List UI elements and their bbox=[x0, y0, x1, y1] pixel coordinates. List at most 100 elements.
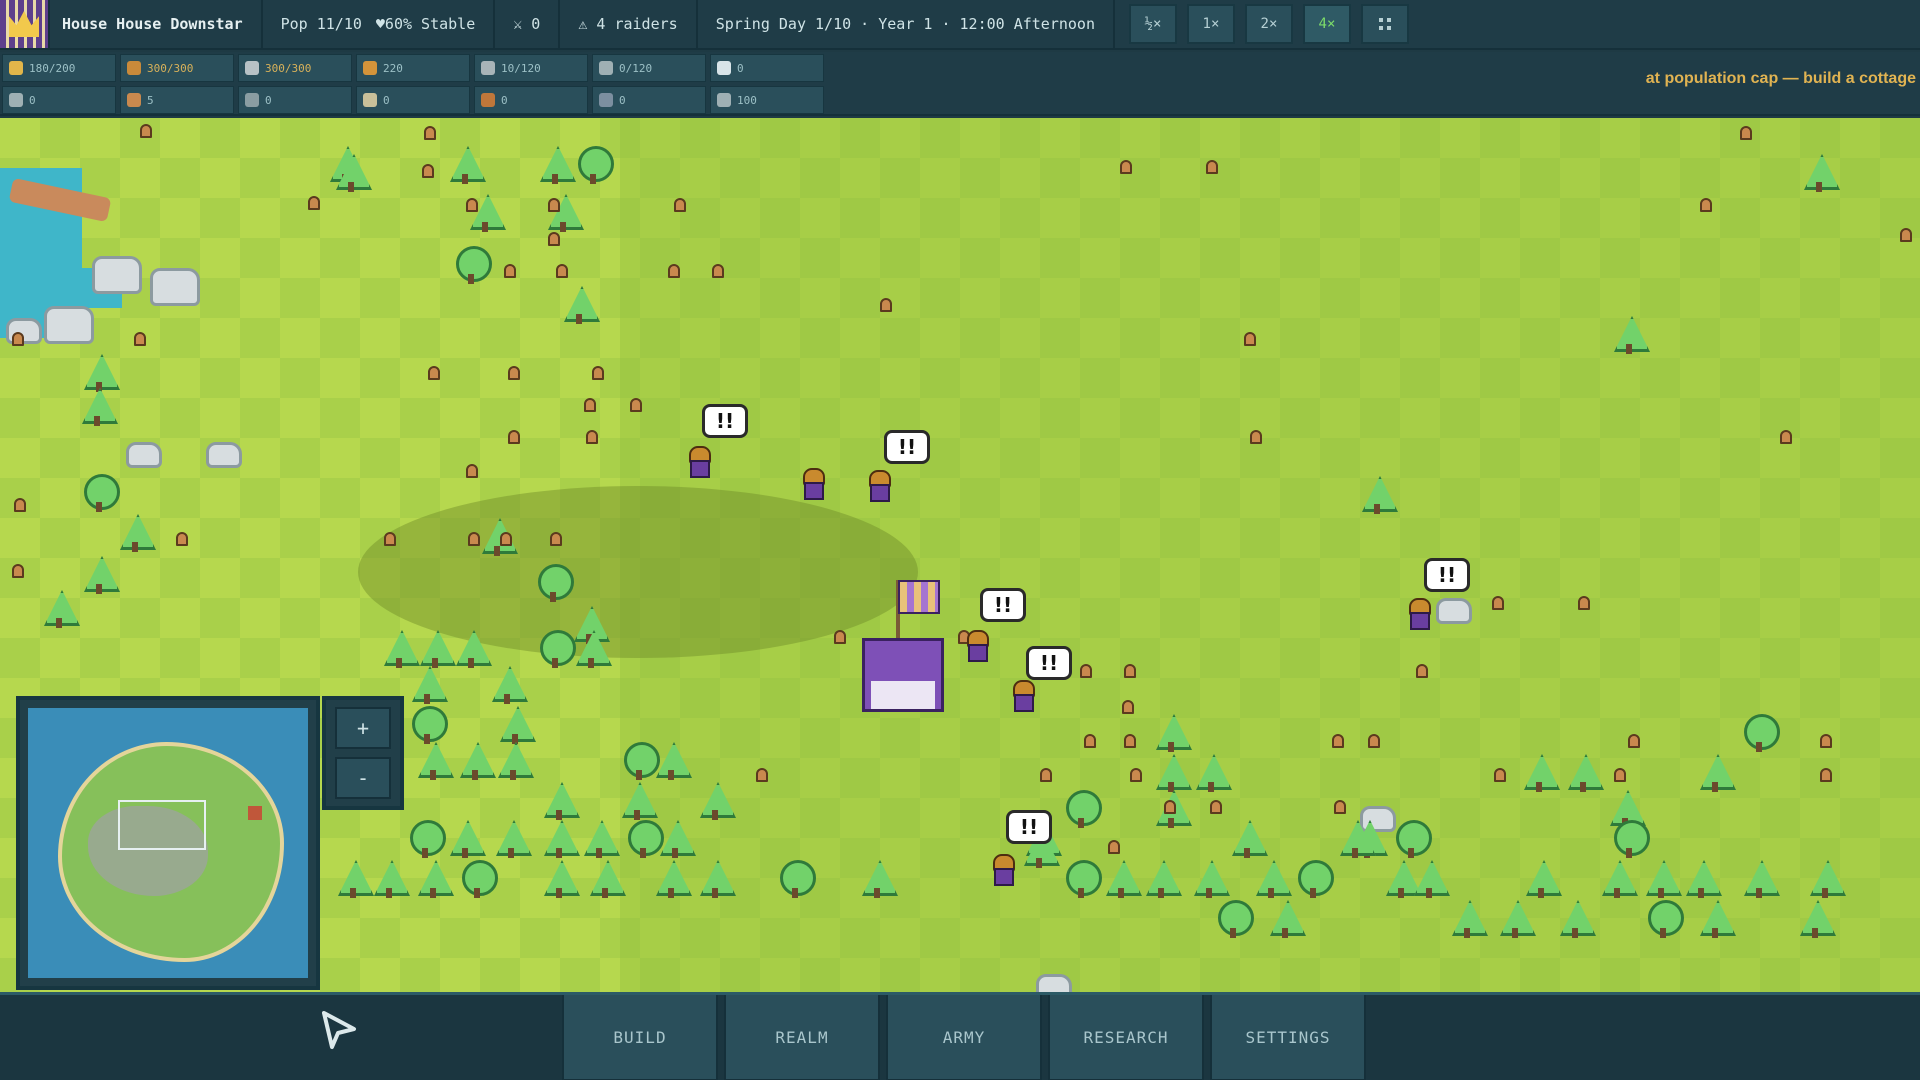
tree-stump bbox=[1124, 664, 1136, 678]
resource-bottle[interactable]: 0 bbox=[238, 86, 352, 114]
tree bbox=[700, 860, 730, 898]
tree-stump bbox=[592, 366, 604, 380]
villager[interactable] bbox=[800, 468, 825, 500]
rock bbox=[44, 306, 94, 344]
tree-stump bbox=[1700, 198, 1712, 212]
speed-2x-button[interactable]: 2× bbox=[1244, 4, 1293, 44]
resource-shield[interactable]: 0 bbox=[592, 86, 706, 114]
tree-stump bbox=[1368, 734, 1380, 748]
rock bbox=[206, 442, 242, 468]
coin-icon bbox=[363, 61, 377, 75]
tree bbox=[1526, 860, 1556, 898]
villager[interactable] bbox=[990, 854, 1015, 886]
tree bbox=[418, 860, 448, 898]
tree-stump bbox=[548, 232, 560, 246]
tree-stump bbox=[1494, 768, 1506, 782]
villager[interactable] bbox=[866, 470, 891, 502]
tree bbox=[1196, 754, 1226, 792]
tree-stump bbox=[1130, 768, 1142, 782]
tree-stump bbox=[424, 126, 436, 140]
tree-stump bbox=[1780, 430, 1792, 444]
resource-value: 220 bbox=[383, 61, 403, 75]
tree-stump bbox=[1080, 664, 1092, 678]
villager[interactable] bbox=[1406, 598, 1431, 630]
alert-bubble[interactable]: !! bbox=[980, 588, 1026, 622]
resource-gold[interactable]: 180/200 bbox=[2, 54, 116, 82]
speed-1x-button[interactable]: 1× bbox=[1186, 4, 1235, 44]
research-button[interactable]: RESEARCH bbox=[1048, 995, 1204, 1080]
tree-stump bbox=[422, 164, 434, 178]
tree bbox=[1700, 754, 1730, 792]
alert-bubble[interactable]: !! bbox=[884, 430, 930, 464]
tree bbox=[540, 146, 570, 184]
resource-water[interactable]: 0 bbox=[710, 54, 824, 82]
gear-icon bbox=[481, 93, 495, 107]
tree-stump bbox=[1124, 734, 1136, 748]
resource-arrow[interactable]: 100 bbox=[710, 86, 824, 114]
settings-button[interactable]: SETTINGS bbox=[1210, 995, 1366, 1080]
food-icon bbox=[127, 61, 141, 75]
resource-lantern[interactable]: 0 bbox=[356, 86, 470, 114]
tree bbox=[420, 630, 450, 668]
resource-tools[interactable]: 0/120 bbox=[592, 54, 706, 82]
resource-worker[interactable]: 5 bbox=[120, 86, 234, 114]
tree-stump bbox=[556, 264, 568, 278]
speed-half-button[interactable]: ½× bbox=[1128, 4, 1177, 44]
rock bbox=[150, 268, 200, 306]
zoom-in-button[interactable]: + bbox=[335, 707, 391, 749]
minimap[interactable] bbox=[16, 696, 320, 990]
army-button[interactable]: ARMY bbox=[886, 995, 1042, 1080]
resource-iron[interactable]: 10/120 bbox=[474, 54, 588, 82]
tree bbox=[460, 742, 490, 780]
resource-sword[interactable]: 0 bbox=[2, 86, 116, 114]
resource-food[interactable]: 300/300 bbox=[120, 54, 234, 82]
tree-stump bbox=[756, 768, 768, 782]
build-button[interactable]: BUILD bbox=[562, 995, 718, 1080]
villager[interactable] bbox=[686, 446, 711, 478]
speed-4x-button[interactable]: 4× bbox=[1302, 4, 1351, 44]
tree bbox=[374, 860, 404, 898]
tree-stump bbox=[1492, 596, 1504, 610]
alert-bubble[interactable]: !! bbox=[1424, 558, 1470, 592]
castle-building[interactable] bbox=[858, 580, 946, 714]
tree-stump bbox=[1084, 734, 1096, 748]
tree bbox=[1194, 860, 1224, 898]
resource-value: 5 bbox=[147, 93, 154, 107]
tree bbox=[780, 860, 816, 898]
tree bbox=[84, 556, 114, 594]
tree-stump bbox=[504, 264, 516, 278]
tree-stump bbox=[1244, 332, 1256, 346]
worker-icon bbox=[127, 93, 141, 107]
tree bbox=[1568, 754, 1598, 792]
tree bbox=[544, 860, 574, 898]
tree bbox=[1232, 820, 1262, 858]
tree bbox=[1804, 154, 1834, 192]
pause-button[interactable] bbox=[1360, 4, 1409, 44]
tree-stump bbox=[834, 630, 846, 644]
tree-stump bbox=[1108, 840, 1120, 854]
tree-stump bbox=[630, 398, 642, 412]
villager[interactable] bbox=[1010, 680, 1035, 712]
tree bbox=[1106, 860, 1136, 898]
resource-gear[interactable]: 0 bbox=[474, 86, 588, 114]
sword-icon bbox=[9, 93, 23, 107]
tree-stump bbox=[880, 298, 892, 312]
realm-button[interactable]: REALM bbox=[724, 995, 880, 1080]
alert-bubble[interactable]: !! bbox=[1006, 810, 1052, 844]
resource-coin[interactable]: 220 bbox=[356, 54, 470, 82]
minimap-viewport[interactable] bbox=[118, 800, 206, 850]
tree-stump bbox=[140, 124, 152, 138]
tree-stump bbox=[308, 196, 320, 210]
cursor-icon bbox=[322, 1011, 356, 1049]
tree bbox=[456, 630, 486, 668]
villager[interactable] bbox=[964, 630, 989, 662]
alert-bubble[interactable]: !! bbox=[1026, 646, 1072, 680]
resource-stone[interactable]: 300/300 bbox=[238, 54, 352, 82]
alert-bubble[interactable]: !! bbox=[702, 404, 748, 438]
tree bbox=[544, 782, 574, 820]
resource-value: 0 bbox=[265, 93, 272, 107]
tree-stump bbox=[468, 532, 480, 546]
tree bbox=[1256, 860, 1286, 898]
zoom-out-button[interactable]: - bbox=[335, 757, 391, 799]
tree bbox=[1340, 820, 1370, 858]
